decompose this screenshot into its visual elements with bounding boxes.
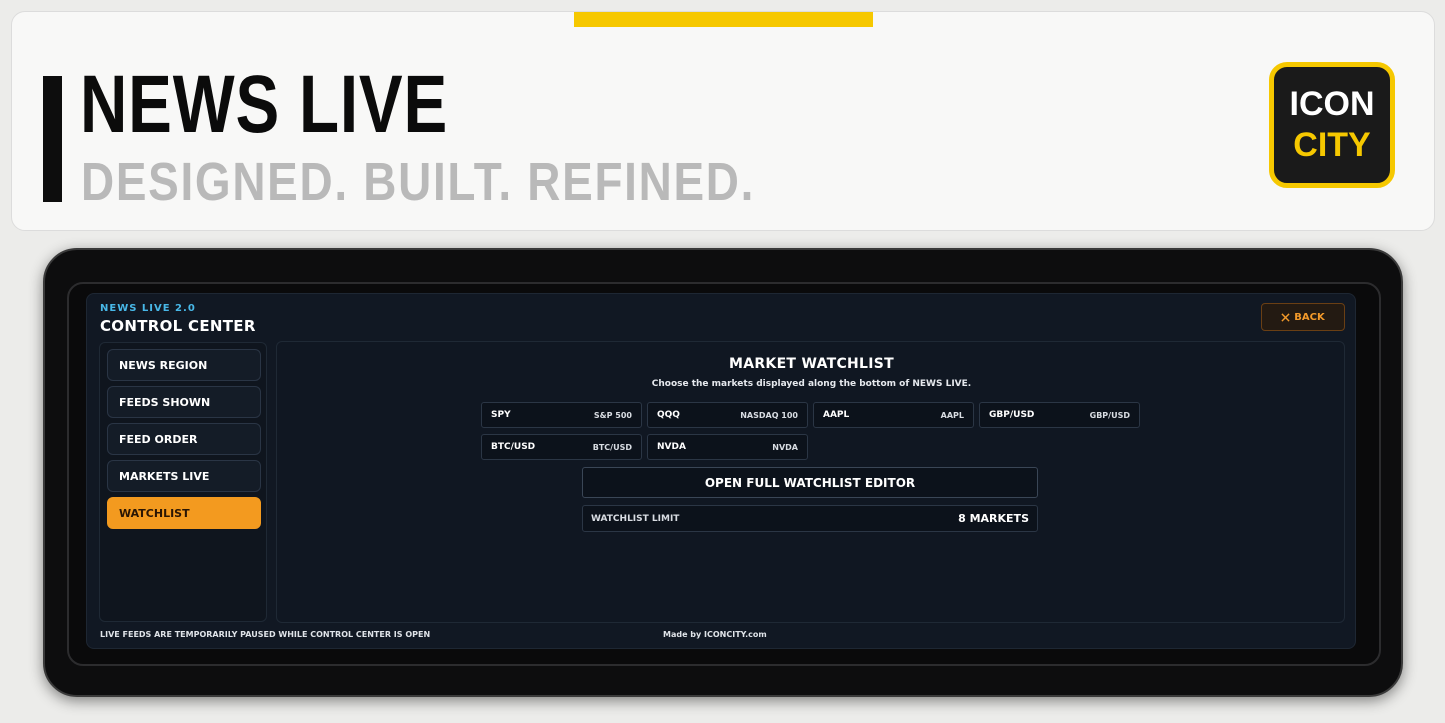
market-name: NVDA — [772, 442, 798, 452]
watchlist-limit-row: WATCHLIST LIMIT 8 MARKETS — [582, 505, 1038, 532]
sidebar-item-label: MARKETS LIVE — [119, 469, 210, 483]
market-symbol: BTC/USD — [491, 442, 536, 452]
header-banner: NEWS LIVE DESIGNED. BUILT. REFINED. ICON… — [11, 11, 1435, 231]
market-symbol: AAPL — [823, 410, 850, 420]
market-name: AAPL — [940, 410, 964, 420]
sidebar-item-feeds-shown[interactable]: FEEDS SHOWN — [107, 386, 261, 418]
panel-subtitle: Choose the markets displayed along the b… — [651, 379, 972, 389]
market-name: S&P 500 — [593, 410, 632, 420]
sidebar-item-label: NEWS REGION — [119, 358, 208, 372]
market-symbol: SPY — [491, 410, 511, 420]
sidebar-item-label: WATCHLIST — [119, 506, 190, 520]
open-watchlist-editor-button[interactable]: OPEN FULL WATCHLIST EDITOR — [582, 467, 1038, 498]
sidebar-item-label: FEEDS SHOWN — [119, 395, 211, 409]
brand-title: NEWS LIVE — [80, 59, 449, 150]
back-button-label: BACK — [1294, 311, 1325, 323]
market-symbol: NVDA — [657, 442, 686, 452]
credit-text: Made by ICONCITY.com — [663, 630, 767, 639]
market-item[interactable]: NVDA NVDA — [647, 434, 808, 460]
title-accent-bar — [43, 76, 62, 202]
sidebar-item-watchlist[interactable]: WATCHLIST — [107, 497, 261, 529]
sidebar-item-news-region[interactable]: NEWS REGION — [107, 349, 261, 381]
logo-line-1: ICON — [1289, 85, 1375, 124]
page-title: CONTROL CENTER — [100, 317, 256, 335]
market-name: NASDAQ 100 — [740, 410, 798, 420]
sidebar-item-markets-live[interactable]: MARKETS LIVE — [107, 460, 261, 492]
sidebar-item-label: FEED ORDER — [119, 432, 198, 446]
accent-strip — [574, 12, 873, 27]
logo-line-2: CITY — [1293, 126, 1371, 164]
control-center-window: NEWS LIVE 2.0 CONTROL CENTER BACK NEWS R… — [86, 293, 1356, 649]
market-symbol: QQQ — [657, 410, 680, 420]
market-name: BTC/USD — [592, 442, 632, 452]
iconcity-logo: ICON CITY — [1269, 62, 1395, 188]
market-item[interactable]: SPY S&P 500 — [481, 402, 642, 428]
market-item[interactable]: GBP/USD GBP/USD — [979, 402, 1140, 428]
watchlist-limit-value: 8 MARKETS — [958, 512, 1029, 525]
market-item[interactable]: AAPL AAPL — [813, 402, 974, 428]
back-button[interactable]: BACK — [1261, 303, 1345, 331]
sidebar-item-feed-order[interactable]: FEED ORDER — [107, 423, 261, 455]
status-message: LIVE FEEDS ARE TEMPORARILY PAUSED WHILE … — [100, 630, 431, 639]
app-version-label: NEWS LIVE 2.0 — [100, 303, 196, 314]
market-item[interactable]: QQQ NASDAQ 100 — [647, 402, 808, 428]
market-symbol: GBP/USD — [989, 410, 1035, 420]
market-item[interactable]: BTC/USD BTC/USD — [481, 434, 642, 460]
panel-title: MARKET WATCHLIST — [728, 356, 895, 372]
sidebar: NEWS REGION FEEDS SHOWN FEED ORDER MARKE… — [99, 342, 267, 622]
brand-tagline: DESIGNED. BUILT. REFINED. — [81, 152, 756, 212]
close-icon — [1281, 312, 1290, 322]
market-name: GBP/USD — [1089, 410, 1130, 420]
watchlist-limit-label: WATCHLIST LIMIT — [591, 513, 680, 524]
watchlist-panel: MARKET WATCHLIST Choose the markets disp… — [276, 341, 1345, 623]
